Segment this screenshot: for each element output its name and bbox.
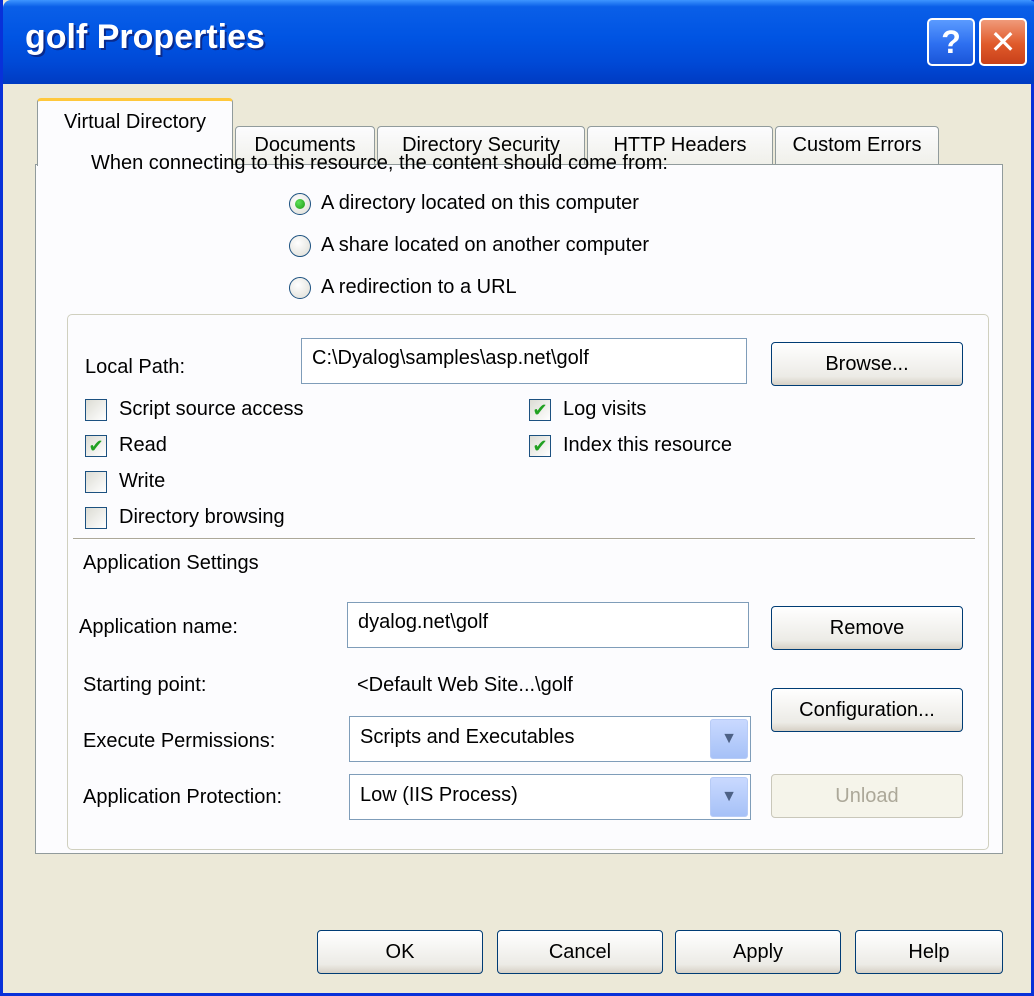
help-button[interactable]: Help (855, 930, 1003, 974)
close-icon: ✕ (989, 24, 1017, 60)
window-title: golf Properties (25, 18, 265, 56)
title-bar[interactable]: golf Properties ? ✕ (3, 0, 1034, 84)
tab-label: Custom Errors (792, 134, 922, 156)
properties-dialog: golf Properties ? ✕ Virtual Directory Do… (0, 0, 1034, 996)
ok-button[interactable]: OK (317, 930, 483, 974)
apply-button[interactable]: Apply (675, 930, 841, 974)
tab-virtual-directory[interactable]: Virtual Directory (37, 98, 233, 166)
help-caption-button[interactable]: ? (927, 18, 975, 66)
close-button[interactable]: ✕ (979, 18, 1027, 66)
question-icon: ? (941, 23, 961, 60)
cancel-button[interactable]: Cancel (497, 930, 663, 974)
tab-label: Documents (254, 134, 356, 156)
tab-label: Virtual Directory (64, 111, 206, 133)
tab-label: Directory Security (402, 134, 560, 156)
tab-custom-errors[interactable]: Custom Errors (775, 126, 939, 164)
tab-label: HTTP Headers (613, 134, 747, 156)
tab-panel (35, 164, 1003, 854)
tab-directory-security[interactable]: Directory Security (377, 126, 585, 164)
tab-http-headers[interactable]: HTTP Headers (587, 126, 773, 164)
tab-documents[interactable]: Documents (235, 126, 375, 164)
